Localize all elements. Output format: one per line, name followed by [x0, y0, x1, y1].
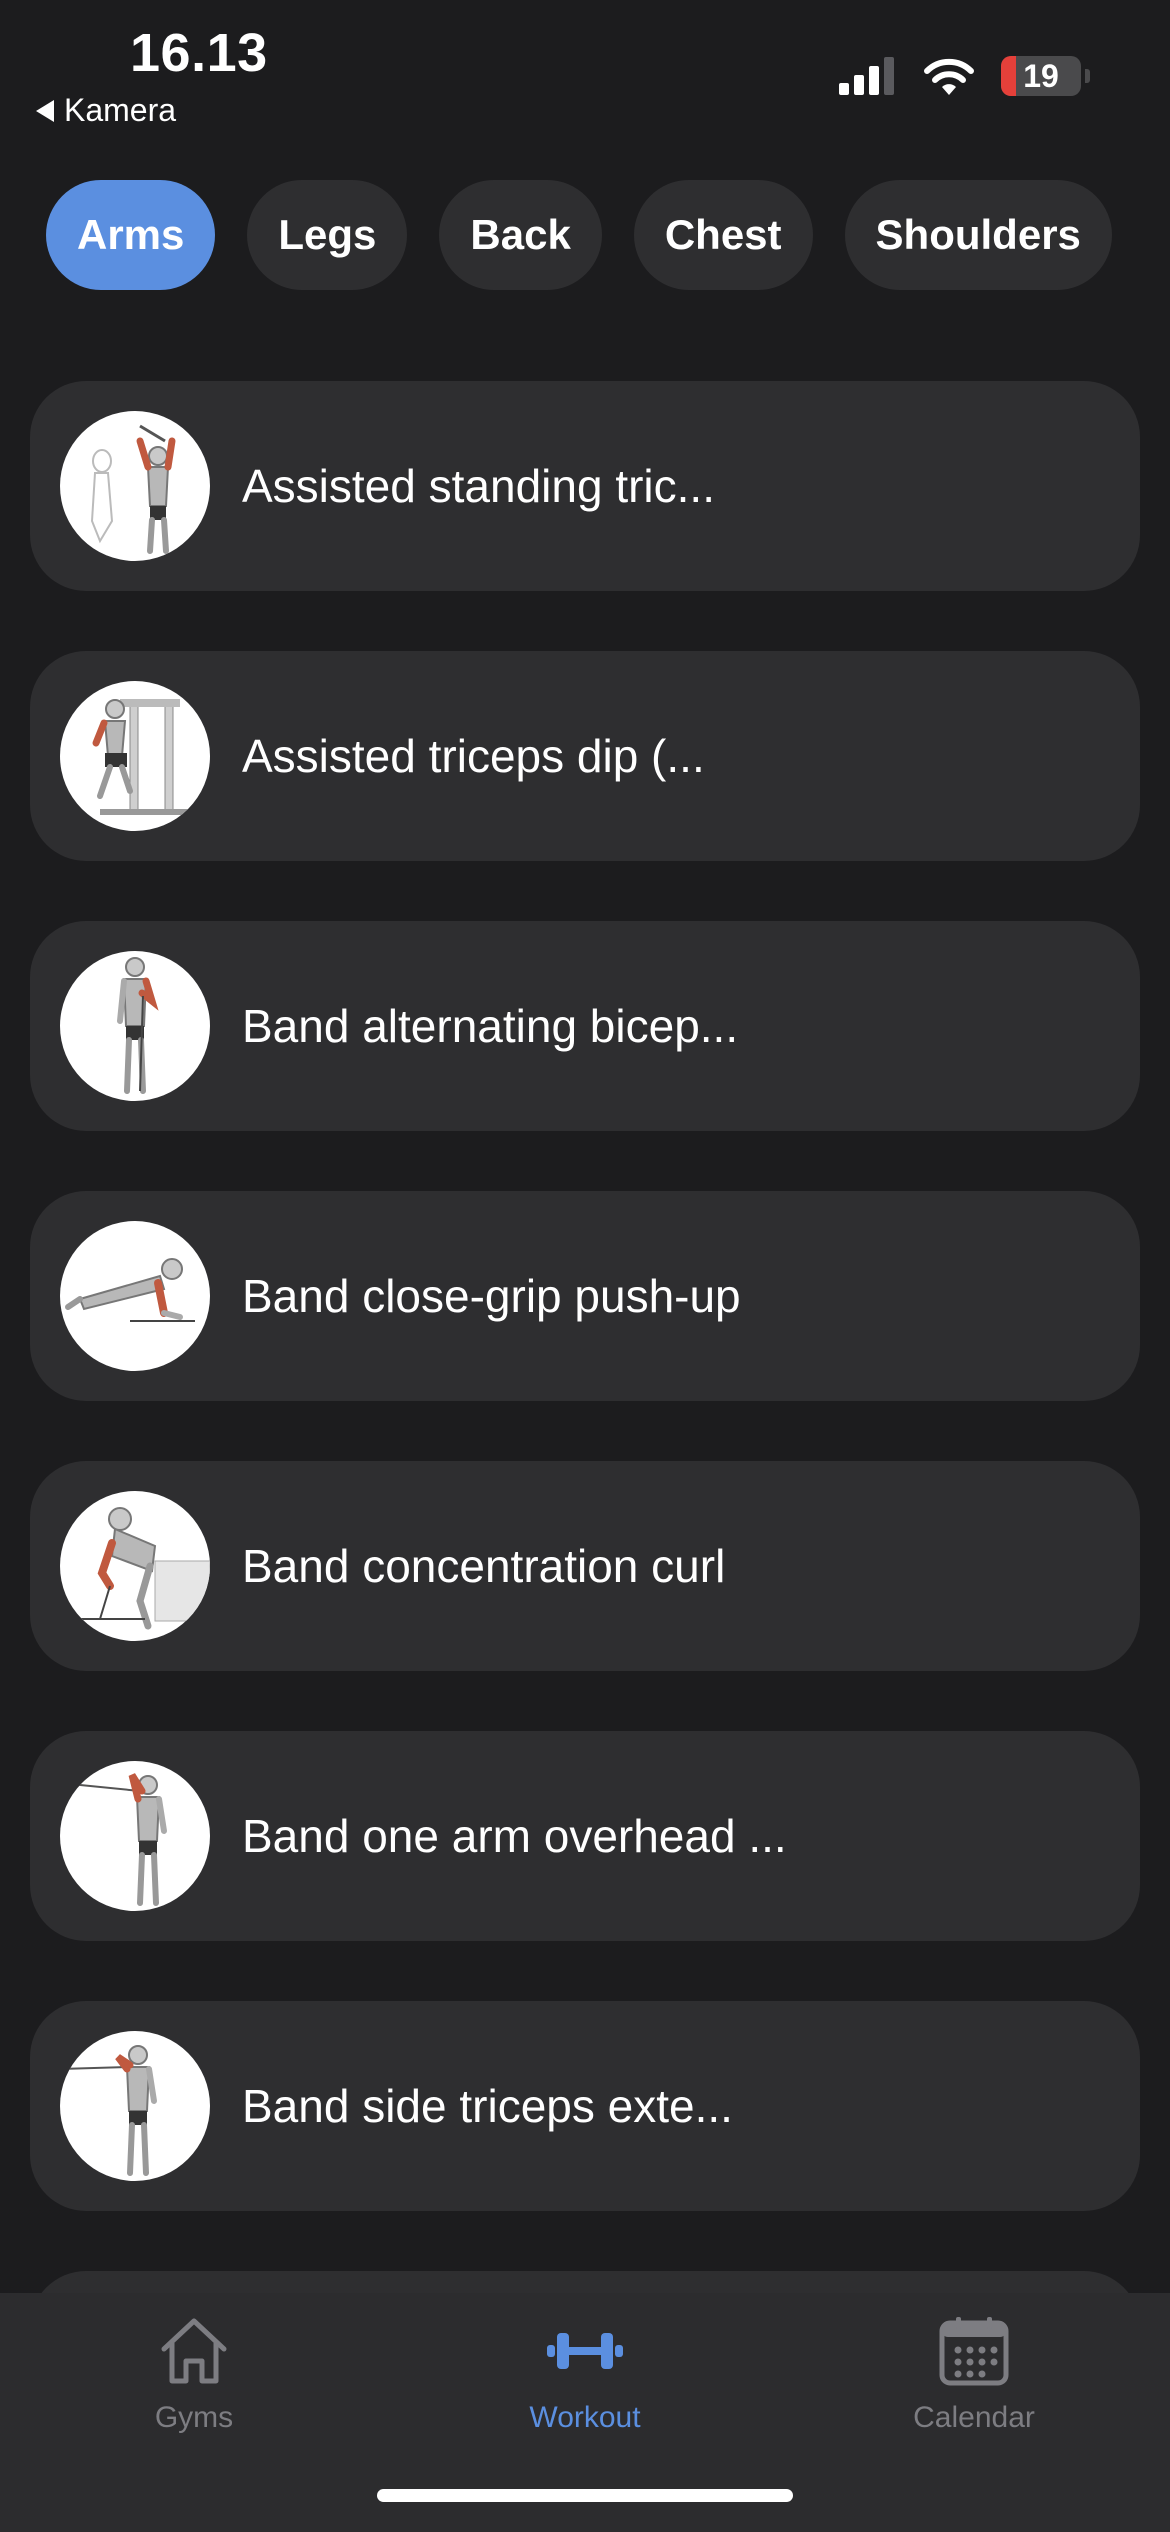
exercise-thumbnail [60, 1221, 210, 1371]
battery-icon: 19 [1001, 56, 1081, 96]
tab-calendar[interactable]: Calendar [854, 2315, 1094, 2435]
exercise-name: Band concentration curl [242, 1540, 726, 1592]
side-triceps-extension-illustration [60, 2045, 157, 2176]
exercise-card[interactable]: Band one arm overhead ... [30, 1731, 1140, 1941]
exercise-thumbnail [60, 1491, 210, 1641]
tab-label: Workout [529, 2401, 641, 2434]
exercise-card[interactable]: Assisted triceps dip (... [30, 651, 1140, 861]
exercise-name: Band close-grip push-up [242, 1270, 741, 1322]
app-screen: 16.13 Kamera 19 Arms Legs Back Chest Sho… [0, 0, 1170, 2532]
category-chip-chest[interactable]: Chest [633, 180, 813, 290]
status-icons: 19 [839, 56, 1090, 96]
triceps-dip-machine-illustration [92, 699, 190, 815]
exercise-thumbnail [60, 1761, 210, 1911]
home-indicator[interactable] [377, 2489, 793, 2502]
category-chip-arms[interactable]: Arms [46, 180, 216, 290]
dumbbell-icon [547, 2333, 623, 2369]
exercise-list: Assisted standing tric... Assisted trice… [30, 381, 1140, 2451]
exercise-card[interactable]: Band concentration curl [30, 1461, 1140, 1671]
exercise-name: Band one arm overhead ... [242, 1810, 787, 1862]
tab-label: Gyms [154, 2401, 234, 2434]
category-chip-legs[interactable]: Legs [247, 180, 408, 290]
calendar-icon [939, 2317, 1009, 2386]
exercise-name: Band side triceps exte... [242, 2080, 733, 2132]
concentration-curl-illustration [75, 1507, 210, 1630]
battery-nub [1085, 69, 1090, 83]
tab-label: Calendar [913, 2401, 1035, 2434]
battery-level: 19 [1023, 57, 1059, 94]
exercise-thumbnail [60, 2031, 210, 2181]
exercise-name: Assisted triceps dip (... [242, 730, 705, 782]
exercise-card[interactable]: Band close-grip push-up [30, 1191, 1140, 1401]
triceps-exercise-illustration [90, 424, 176, 554]
exercise-card[interactable]: Band side triceps exte... [30, 2001, 1140, 2211]
cellular-signal-icon [839, 57, 894, 95]
exercise-thumbnail [60, 951, 210, 1101]
status-bar: 16.13 Kamera 19 [0, 0, 1170, 150]
exercise-card[interactable]: Band alternating bicep... [30, 921, 1140, 1131]
tab-workout[interactable]: Workout [465, 2315, 705, 2435]
exercise-name: Band alternating bicep... [242, 1000, 739, 1052]
biceps-curl-illustration [117, 957, 159, 1094]
exercise-thumbnail [60, 681, 210, 831]
category-chip-shoulders[interactable]: Shoulders [844, 180, 1112, 290]
back-to-camera-link[interactable]: Kamera [36, 92, 176, 129]
status-time: 16.13 [130, 23, 268, 83]
exercise-card[interactable]: Assisted standing tric... [30, 381, 1140, 591]
house-icon [161, 2318, 227, 2384]
tab-gyms[interactable]: Gyms [74, 2315, 314, 2435]
exercise-name: Assisted standing tric... [242, 460, 715, 512]
category-chip-back[interactable]: Back [439, 180, 602, 290]
back-label: Kamera [64, 92, 177, 128]
exercise-thumbnail [60, 411, 210, 561]
overhead-extension-illustration [60, 1773, 167, 1906]
push-up-illustration [65, 1258, 195, 1322]
back-arrow-icon [36, 99, 54, 122]
category-filter: Arms Legs Back Chest Shoulders [46, 180, 1112, 290]
wifi-icon [924, 58, 974, 95]
